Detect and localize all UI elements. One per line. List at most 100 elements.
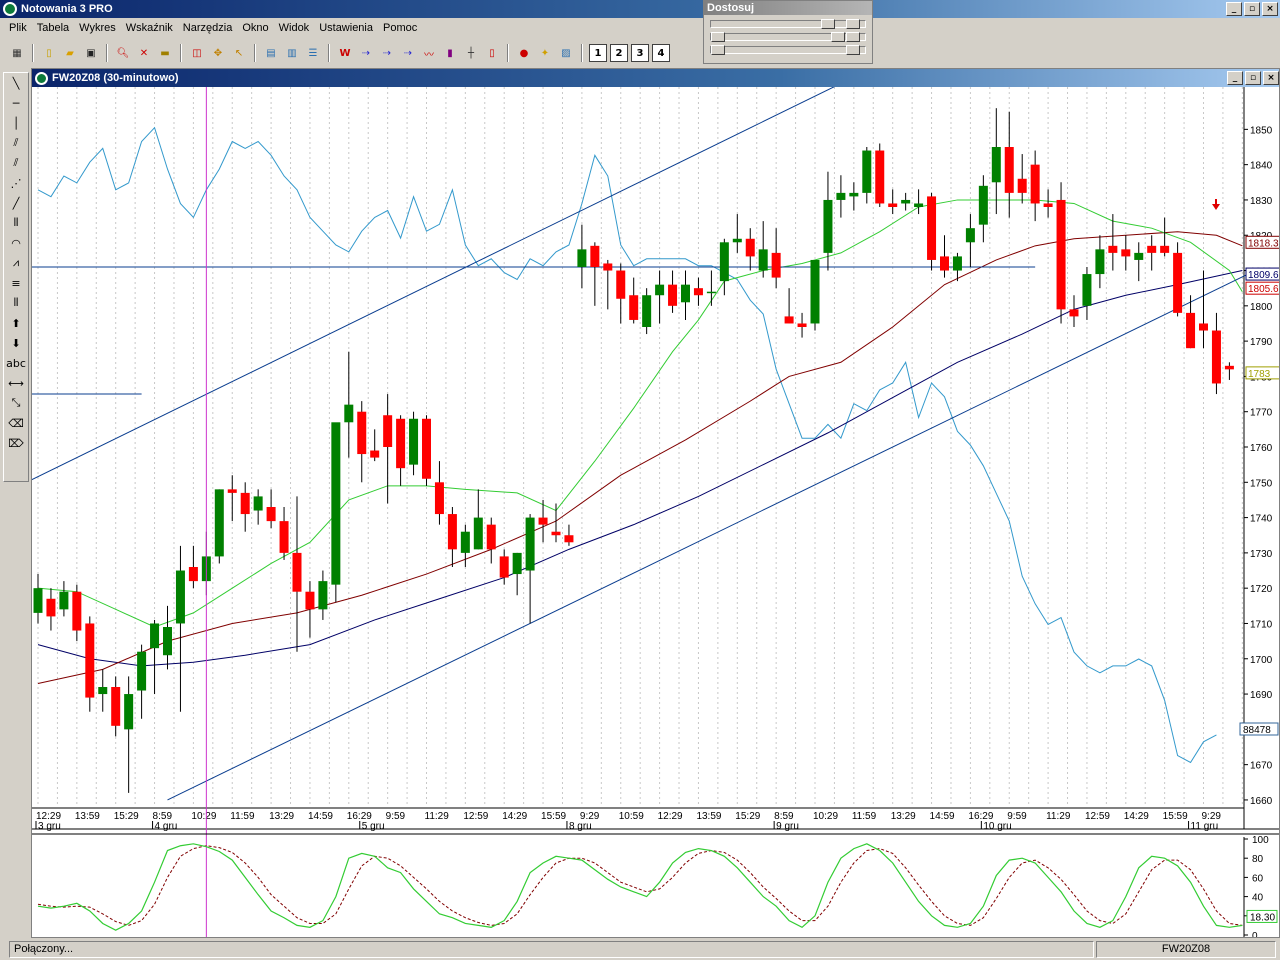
parallel-lines-icon[interactable]: ⫽ [4,153,28,173]
arc-icon[interactable]: ◠ [4,233,28,253]
ohlc-chart-icon[interactable]: ┼ [462,44,480,62]
time-tick-label: 11:59 [230,811,255,822]
zoom-icon[interactable]: 🔍︎ [114,44,132,62]
price-chart[interactable]: 1660167016801690170017101720173017401750… [32,87,1279,937]
channel-icon[interactable]: ⫽ [4,133,28,153]
candle-up [577,249,587,267]
save-icon[interactable]: ▣ [82,44,100,62]
candle-down [693,288,703,296]
trend-line-icon[interactable]: ╱ [4,193,28,213]
adjust-slider-3[interactable] [710,45,866,55]
adjust-slider-1[interactable] [710,19,866,29]
chart-restore-button[interactable]: ▫ [1245,71,1261,85]
fan-lines-icon[interactable]: ⋰ [4,173,28,193]
signal-icon[interactable]: ● [515,44,533,62]
candle-up [137,651,147,691]
menu-widok[interactable]: Widok [274,22,315,34]
slider-thumb[interactable] [846,45,860,55]
close-button[interactable]: × [1262,2,1278,16]
slider-thumb[interactable] [831,32,845,42]
layout-2-button[interactable]: 2 [610,44,628,62]
fibonacci-retracement-icon[interactable]: ≡ [4,273,28,293]
minimize-button[interactable]: _ [1226,2,1242,16]
time-tick-label: 15:59 [541,811,566,822]
bar-chart-icon[interactable]: ▮ [441,44,459,62]
menu-wskaznik[interactable]: Wskaźnik [121,22,178,34]
candle-down [383,415,393,447]
layout-3-button[interactable]: 3 [631,44,649,62]
candle-down [940,256,949,271]
adjust-slider-2[interactable] [710,32,866,42]
chart-minimize-button[interactable]: _ [1227,71,1243,85]
candle-up [681,284,690,303]
cycle-lines-icon[interactable]: ⦀ [4,213,28,233]
menu-wykres[interactable]: Wykres [74,22,121,34]
indicator-icon[interactable]: ◫ [188,44,206,62]
price-tick-label: 1830 [1250,196,1273,207]
candle-up [473,517,483,550]
layout-1-button[interactable]: 1 [589,44,607,62]
grid-icon[interactable]: ▦ [8,44,26,62]
app-logo-icon [3,2,17,16]
menu-narzedzia[interactable]: Narzędzia [178,22,238,34]
time-zones-icon[interactable]: ⦀ [4,293,28,313]
vertical-line-icon[interactable]: │ [4,113,28,133]
picture-icon[interactable]: ▨ [557,44,575,62]
eraser-icon[interactable]: ⌫ [4,413,28,433]
candle-down [875,150,885,204]
erase-all-icon[interactable]: ⌦ [4,433,28,453]
alert-icon[interactable]: ✦ [536,44,554,62]
candle-up [978,185,988,225]
candle-down [616,270,626,299]
chart-close-button[interactable]: × [1263,71,1279,85]
horizontal-line-icon[interactable]: ─ [4,93,28,113]
slider-thumb[interactable] [821,19,835,29]
candle-down [422,418,431,479]
price-tick-label: 1840 [1250,161,1273,172]
arrow-right-icon[interactable]: ⇢ [357,44,375,62]
menu-pomoc[interactable]: Pomoc [378,22,422,34]
fibonacci-fan-icon[interactable]: ⩘ [4,253,28,273]
window-icon[interactable]: ▥ [283,44,301,62]
menu-ustawienia[interactable]: Ustawienia [314,22,378,34]
down-arrow-icon[interactable]: ⬇ [4,333,28,353]
menu-tabela[interactable]: Tabela [32,22,74,34]
candle-down [797,323,807,327]
restore-button[interactable]: ▫ [1244,2,1260,16]
up-arrow-icon[interactable]: ⬆ [4,313,28,333]
wl-chart-icon[interactable]: W [336,44,354,62]
menu-plik[interactable]: Plik [4,22,32,34]
diagonal-line-icon[interactable]: ╲ [4,73,28,93]
open-folder-icon[interactable]: ▰ [61,44,79,62]
menu-okno[interactable]: Okno [237,22,273,34]
candle-up [59,591,69,610]
new-file-icon[interactable]: ▯ [40,44,58,62]
time-tick-label: 15:29 [735,811,760,822]
table-icon[interactable]: ▤ [262,44,280,62]
cursor-icon[interactable]: ↖ [230,44,248,62]
candle-down [434,482,444,515]
text-tool-icon[interactable]: abc [4,353,28,373]
price-tick-label: 1850 [1250,125,1273,136]
candle-down [927,196,937,260]
candle-down [46,598,56,617]
candle-up [1095,249,1105,275]
arrow-right-dash-icon[interactable]: ⇢ [399,44,417,62]
layout-4-button[interactable]: 4 [652,44,670,62]
app-title-bar: Notowania 3 PRO _ ▫ × [0,0,1280,18]
slider-thumb[interactable] [846,19,860,29]
date-tick-label: 10 gru [983,821,1011,832]
move-icon[interactable]: ✥ [209,44,227,62]
delete-icon[interactable]: ✕ [135,44,153,62]
slider-thumb[interactable] [846,32,860,42]
ruler-icon[interactable]: ▬ [156,44,174,62]
line-chart-icon[interactable]: 〰 [420,44,438,62]
candle-up [991,147,1001,183]
candle-chart-icon[interactable]: ▯ [483,44,501,62]
zoom-area-icon[interactable]: ⤡ [4,393,28,413]
measure-icon[interactable]: ⟷ [4,373,28,393]
slider-thumb[interactable] [711,32,725,42]
slider-thumb[interactable] [711,45,725,55]
list-icon[interactable]: ☰ [304,44,322,62]
arrow-right-dotted-icon[interactable]: ⇢ [378,44,396,62]
